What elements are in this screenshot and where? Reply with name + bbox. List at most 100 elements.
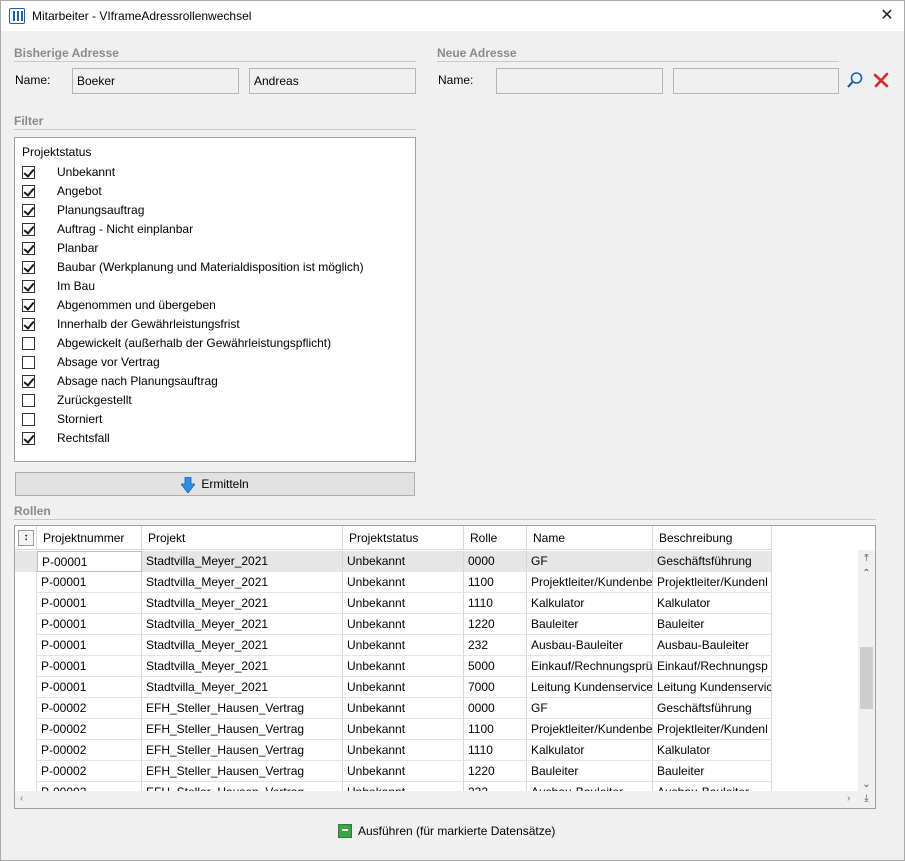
filter-item[interactable]: Storniert [22, 412, 412, 431]
vertical-scrollbar[interactable]: ⤒ ⌃ ⌄ ⤓ [858, 550, 875, 808]
filter-checkbox[interactable] [22, 432, 35, 445]
table-cell[interactable]: Bauleiter [527, 761, 653, 782]
filter-checkbox[interactable] [22, 413, 35, 426]
table-cell[interactable]: P-00001 [37, 551, 142, 572]
table-cell[interactable]: 0000 [464, 551, 527, 572]
table-cell[interactable]: Projektleiter/Kundenl [653, 719, 772, 740]
table-row[interactable]: P-00001 Stadtvilla_Meyer_2021 Unbekannt 111… [15, 593, 772, 614]
column-header[interactable]: Projektnummer [37, 526, 142, 550]
table-row[interactable]: P-00001 Stadtvilla_Meyer_2021 Unbekannt 700… [15, 677, 772, 698]
table-cell[interactable]: P-00002 [37, 740, 142, 761]
table-cell[interactable]: Geschäftsführung [653, 698, 772, 719]
close-icon[interactable]: ✕ [870, 1, 904, 31]
table-cell[interactable]: Projektleiter/Kundenbe [527, 719, 653, 740]
filter-checkbox[interactable] [22, 394, 35, 407]
table-cell[interactable]: Kalkulator [527, 593, 653, 614]
row-header[interactable] [15, 551, 37, 572]
table-row[interactable]: P-00002EFH_Steller_Hausen_VertragUnbekan… [15, 719, 772, 740]
table-cell[interactable]: Kalkulator [653, 740, 772, 761]
table-cell[interactable]: Unbekannt [343, 761, 464, 782]
grid-corner[interactable]: ↕ [15, 526, 37, 550]
filter-item[interactable]: Unbekannt [22, 165, 412, 184]
table-cell[interactable]: Stadtvilla_Meyer_2021 [142, 551, 343, 572]
table-cell[interactable]: P-00002 [37, 719, 142, 740]
vertical-scroll-thumb[interactable] [860, 647, 873, 709]
table-cell[interactable]: Unbekannt [343, 614, 464, 635]
filter-item[interactable]: Zurückgestellt [22, 393, 412, 412]
row-header[interactable] [15, 740, 37, 761]
row-header[interactable] [15, 698, 37, 719]
table-cell[interactable]: Unbekannt [343, 698, 464, 719]
table-cell[interactable]: Kalkulator [653, 593, 772, 614]
table-cell[interactable]: P-00001 [37, 677, 142, 698]
table-cell[interactable]: Stadtvilla_Meyer_2021 [142, 677, 343, 698]
row-header[interactable] [15, 635, 37, 656]
old-lastname-field[interactable]: Boeker [72, 68, 239, 94]
table-cell[interactable]: 232 [464, 635, 527, 656]
table-cell[interactable]: P-00001 [37, 635, 142, 656]
sort-icon[interactable]: ↕ [18, 530, 34, 546]
table-cell[interactable]: EFH_Steller_Hausen_Vertrag [142, 719, 343, 740]
table-cell[interactable]: P-00001 [37, 656, 142, 677]
table-cell[interactable]: 1100 [464, 572, 527, 593]
scroll-up-icon[interactable]: ⌃ [858, 568, 875, 580]
scroll-left-icon[interactable]: ‹ [20, 793, 23, 804]
new-firstname-field[interactable] [673, 68, 839, 94]
table-cell[interactable]: Leitung Kundenservice [527, 677, 653, 698]
filter-item[interactable]: Planungsauftrag [22, 203, 412, 222]
table-row[interactable]: P-00002EFH_Steller_Hausen_VertragUnbekan… [15, 698, 772, 719]
column-header[interactable]: Projektstatus [343, 526, 464, 550]
ausfuehren-button[interactable]: Ausführen (für markierte Datensätze) [331, 820, 571, 842]
filter-item[interactable]: Auftrag - Nicht einplanbar [22, 222, 412, 241]
table-cell[interactable]: GF [527, 551, 653, 572]
table-row[interactable]: P-00002EFH_Steller_Hausen_VertragUnbekan… [15, 761, 772, 782]
table-cell[interactable]: EFH_Steller_Hausen_Vertrag [142, 761, 343, 782]
table-cell[interactable]: Unbekannt [343, 635, 464, 656]
row-header[interactable] [15, 761, 37, 782]
table-row[interactable]: P-00001 Stadtvilla_Meyer_2021 Unbekannt 000… [15, 551, 772, 572]
scroll-down-icon[interactable]: ⌄ [858, 779, 875, 791]
table-cell[interactable]: 5000 [464, 656, 527, 677]
column-header[interactable]: Beschreibung [653, 526, 772, 550]
filter-item[interactable]: Abgewickelt (außerhalb der Gewährleistun… [22, 336, 412, 355]
table-cell[interactable]: Leitung Kundenservic [653, 677, 772, 698]
table-cell[interactable]: Einkauf/Rechnungsp [653, 656, 772, 677]
table-cell[interactable]: 0000 [464, 698, 527, 719]
row-header[interactable] [15, 572, 37, 593]
table-cell[interactable]: Unbekannt [343, 551, 464, 572]
table-cell[interactable]: Bauleiter [653, 761, 772, 782]
filter-item[interactable]: Innerhalb der Gewährleistungsfrist [22, 317, 412, 336]
table-cell[interactable]: Ausbau-Bauleiter [527, 635, 653, 656]
table-cell[interactable]: P-00002 [37, 698, 142, 719]
column-header[interactable]: Name [527, 526, 653, 550]
table-row[interactable]: P-00001 Stadtvilla_Meyer_2021 Unbekannt 110… [15, 572, 772, 593]
table-cell[interactable]: 1220 [464, 614, 527, 635]
filter-item[interactable]: Im Bau [22, 279, 412, 298]
filter-checkbox[interactable] [22, 375, 35, 388]
table-cell[interactable]: 7000 [464, 677, 527, 698]
filter-checkbox[interactable] [22, 261, 35, 274]
filter-checkbox[interactable] [22, 166, 35, 179]
filter-checkbox[interactable] [22, 242, 35, 255]
table-row[interactable]: P-00001 Stadtvilla_Meyer_2021 Unbekannt 500… [15, 656, 772, 677]
table-cell[interactable]: GF [527, 698, 653, 719]
table-cell[interactable]: Unbekannt [343, 740, 464, 761]
table-cell[interactable]: Einkauf/Rechnungsprü [527, 656, 653, 677]
filter-checkbox[interactable] [22, 185, 35, 198]
filter-checkbox[interactable] [22, 223, 35, 236]
table-cell[interactable]: Ausbau-Bauleiter [653, 635, 772, 656]
filter-item[interactable]: Absage vor Vertrag [22, 355, 412, 374]
filter-checkbox[interactable] [22, 337, 35, 350]
scroll-top-icon[interactable]: ⤒ [858, 553, 875, 565]
clear-icon[interactable] [873, 72, 889, 88]
table-cell[interactable]: P-00001 [37, 572, 142, 593]
table-cell[interactable]: Kalkulator [527, 740, 653, 761]
table-row[interactable]: P-00001 Stadtvilla_Meyer_2021 Unbekannt 232… [15, 635, 772, 656]
table-cell[interactable]: 1100 [464, 719, 527, 740]
filter-item[interactable]: Rechtsfall [22, 431, 412, 450]
table-cell[interactable]: P-00001 [37, 614, 142, 635]
table-cell[interactable]: Stadtvilla_Meyer_2021 [142, 614, 343, 635]
table-cell[interactable]: Unbekannt [343, 719, 464, 740]
row-header[interactable] [15, 719, 37, 740]
old-firstname-field[interactable]: Andreas [249, 68, 416, 94]
